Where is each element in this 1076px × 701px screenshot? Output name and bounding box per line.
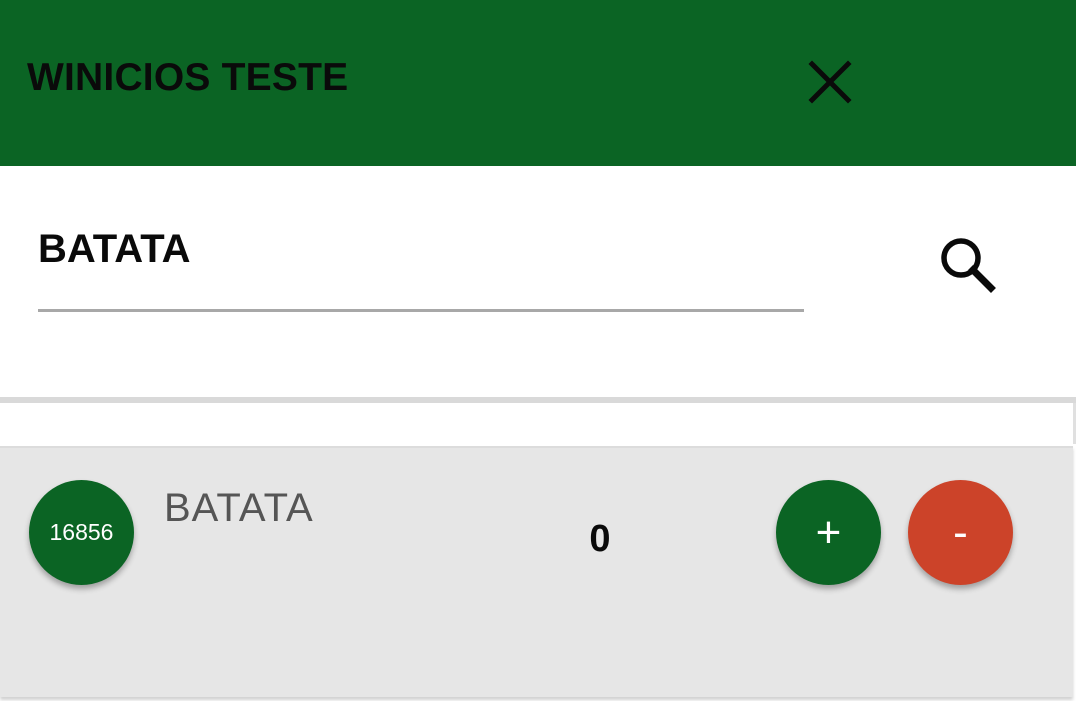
search-icon: [941, 238, 996, 293]
item-code-badge: 16856: [29, 480, 134, 585]
item-quantity: 0: [589, 518, 611, 560]
decrement-button[interactable]: -: [908, 480, 1013, 585]
item-name: BATATA: [164, 486, 314, 530]
close-icon: [808, 60, 852, 104]
list-item: 16856 BATATA 0 + -: [0, 446, 1073, 697]
increment-button[interactable]: +: [776, 480, 881, 585]
header-title: WINICIOS TESTE: [27, 56, 349, 99]
close-button[interactable]: [802, 54, 858, 110]
search-button[interactable]: [935, 232, 999, 296]
list-spacer: [0, 403, 1076, 444]
app-header: WINICIOS TESTE: [0, 0, 1076, 166]
search-section: [0, 166, 1076, 398]
search-input[interactable]: [38, 220, 804, 312]
